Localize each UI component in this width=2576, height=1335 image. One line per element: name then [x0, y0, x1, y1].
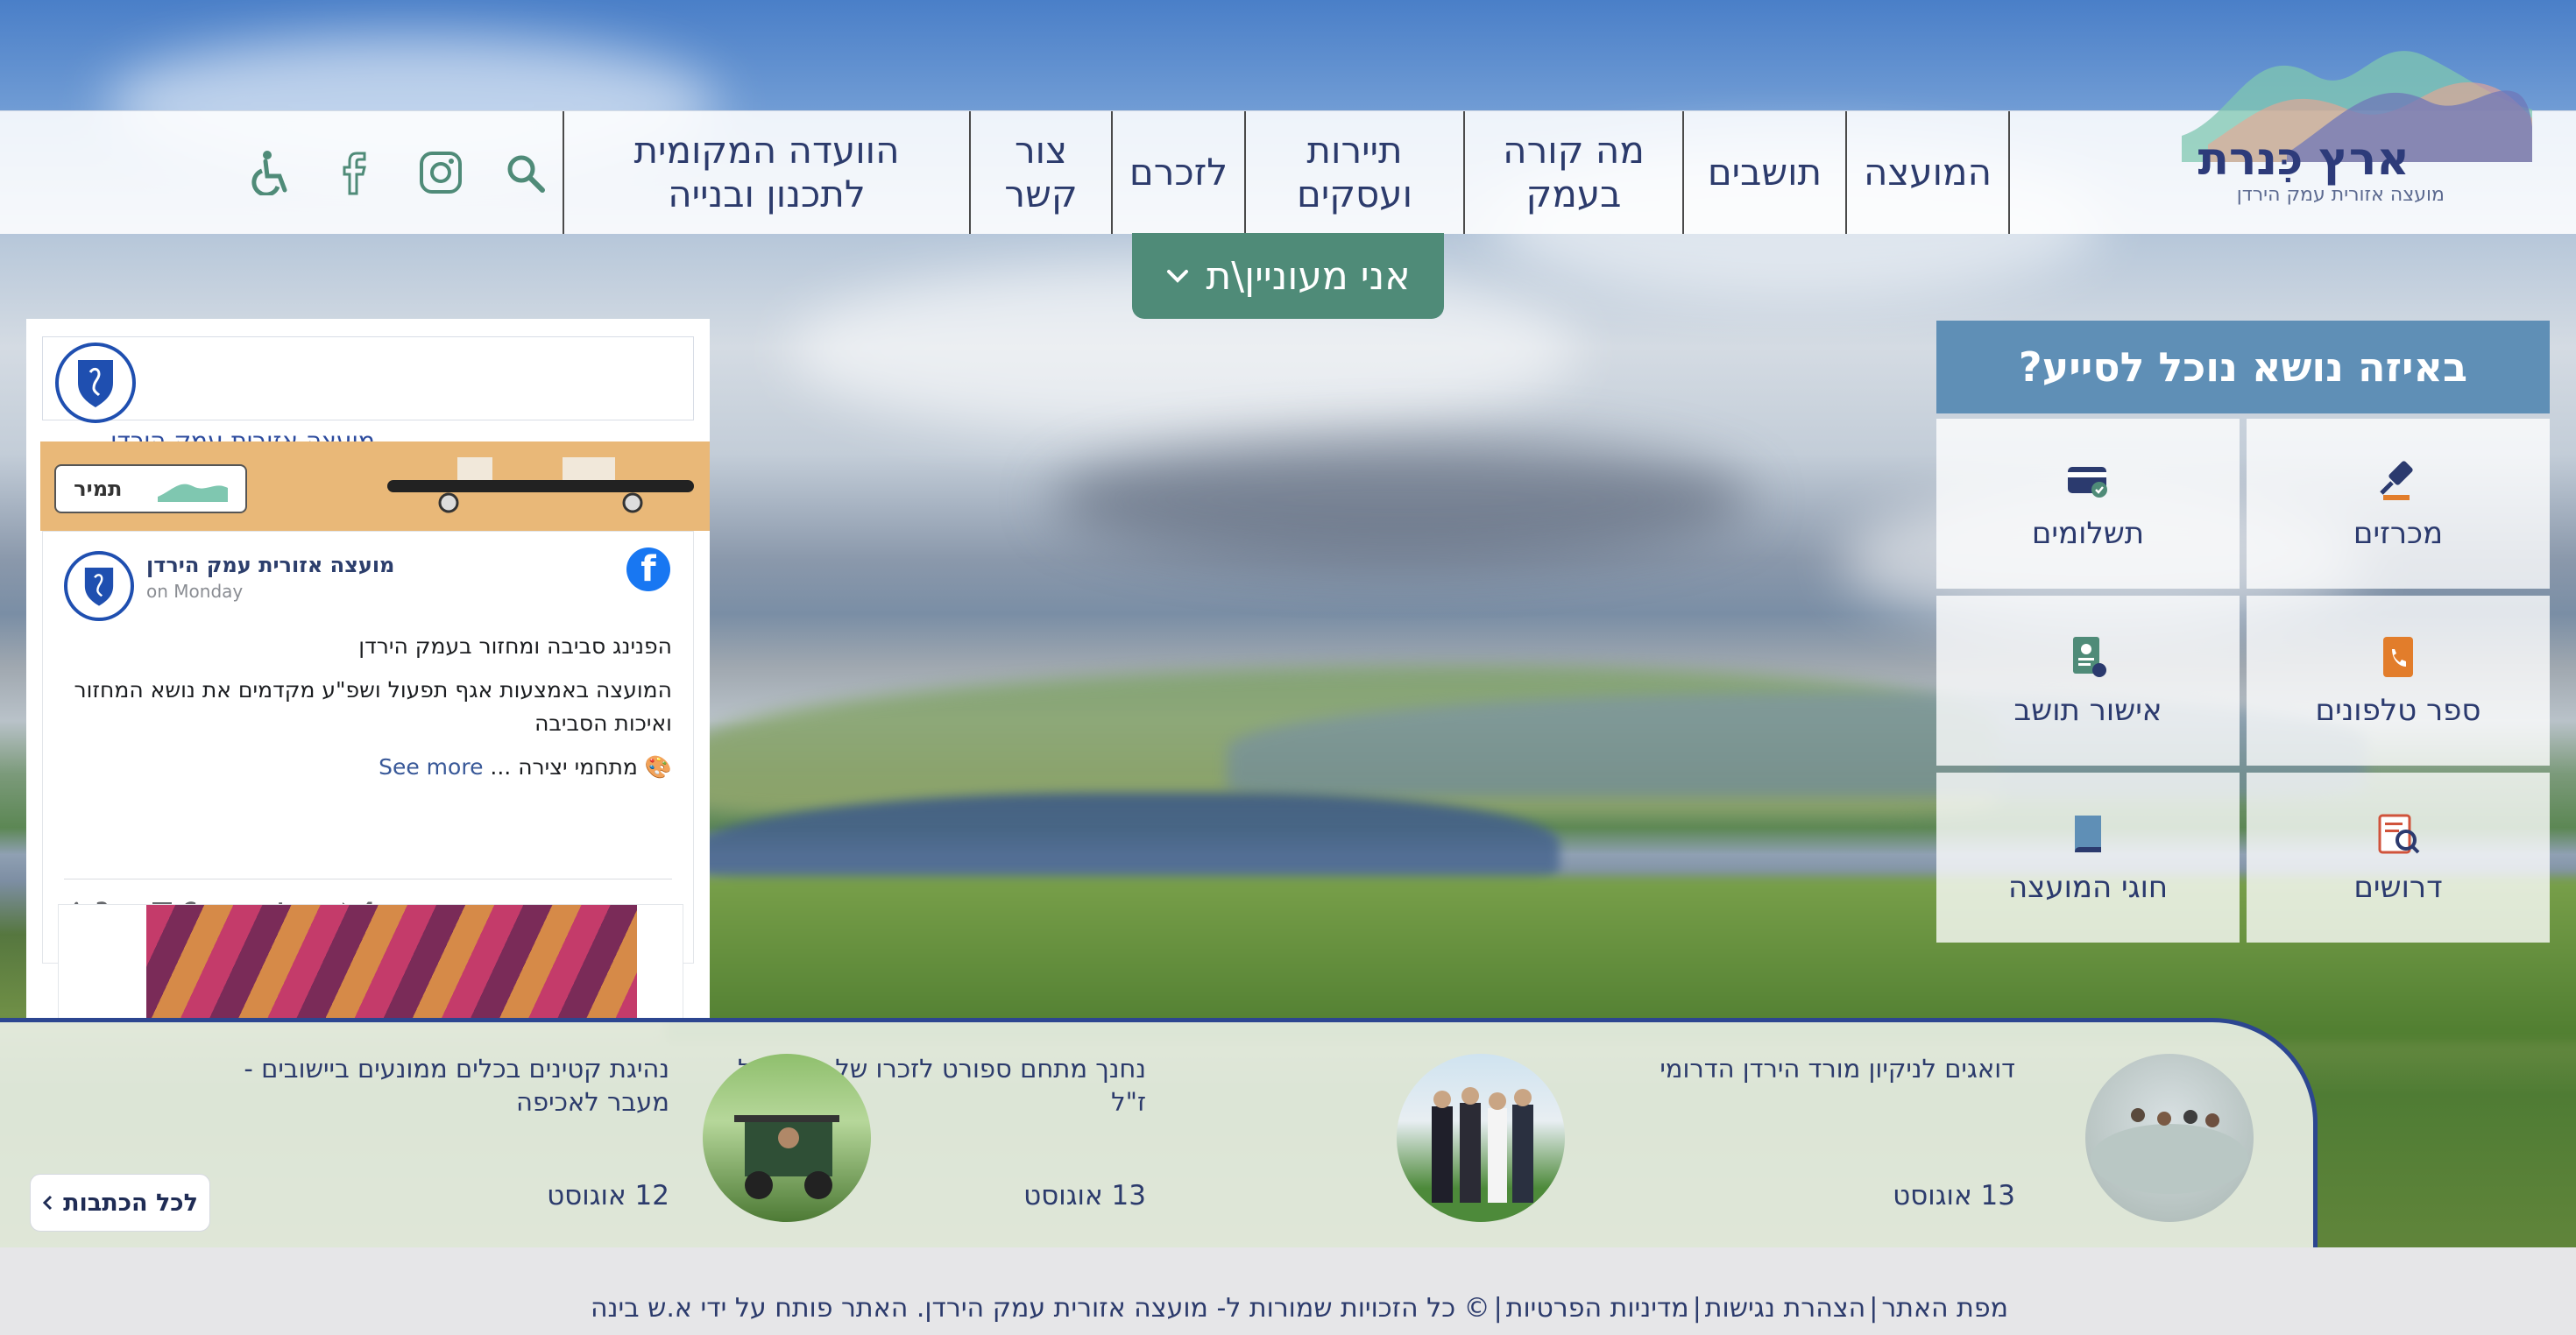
help-item-label: דרושים — [2353, 870, 2443, 905]
book-icon — [2075, 816, 2101, 852]
footer-privacy-link[interactable]: מדיניות הפרטיות — [1506, 1293, 1689, 1324]
nav-item-memorial[interactable]: לזכרם — [1113, 111, 1246, 234]
all-posts-label: לכל הכתבות — [63, 1189, 198, 1217]
site-logo[interactable]: ארץ כִּנרת מועצה אזורית עמק הירדן — [2164, 0, 2532, 228]
help-item-council-classes[interactable]: חוגי המועצה — [1936, 773, 2240, 943]
nav-item-contact[interactable]: צור קשר — [971, 111, 1113, 234]
facebook-logo-icon[interactable]: f — [626, 547, 670, 591]
post-author-name[interactable]: מועצה אזורית עמק הירדן — [146, 553, 394, 577]
nav-item-planning-committee[interactable]: הוועדה המקומית לתכנון ובנייה — [563, 111, 971, 234]
search-icon[interactable] — [502, 150, 548, 195]
news-date: 12 אוגוסט — [547, 1180, 669, 1211]
help-item-label: מכרזים — [2353, 516, 2444, 551]
instagram-icon[interactable] — [418, 150, 464, 195]
nav-item-council[interactable]: המועצה — [1847, 111, 2010, 234]
footer-rights-text: © כל הזכויות שמורות ל- מועצה אזורית עמק … — [700, 1293, 1490, 1324]
accessibility-icon[interactable] — [250, 150, 295, 195]
next-post-image[interactable] — [146, 905, 637, 1020]
help-item-label: חוגי המועצה — [2007, 870, 2169, 905]
help-item-label: ספר טלפונים — [2315, 693, 2481, 728]
facebook-next-post — [58, 904, 683, 1020]
help-item-phonebook[interactable]: ספר טלפונים — [2247, 596, 2550, 766]
footer-links: מפת האתר|הצהרת נגישות|מדיניות הפרטיות|© … — [591, 1293, 2008, 1324]
news-date: 13 אוגוסט — [1023, 1180, 1146, 1211]
banner-logo: תמיר — [54, 464, 247, 513]
nav-icon-group — [250, 111, 548, 234]
facebook-cover-banner: תמיר — [40, 441, 710, 531]
footer-accessibility-link[interactable]: הצהרת נגישות — [1705, 1293, 1865, 1324]
news-image[interactable] — [2085, 1054, 2254, 1222]
post-text-more: 🎨 מתחמי יצירה ... See more — [64, 751, 672, 784]
chevron-left-icon — [42, 1195, 53, 1211]
news-image[interactable] — [1397, 1054, 1565, 1222]
post-author-avatar[interactable] — [64, 551, 134, 621]
post-text-snippet: 🎨 מתחמי יצירה ... — [490, 754, 672, 780]
news-title[interactable]: דואגים לניקיון מורד הירדן הדרומי — [1595, 1052, 2015, 1085]
help-item-payments[interactable]: תשלומים — [1936, 419, 2240, 589]
banner-logo-text: תמיר — [74, 477, 123, 501]
mini-logo-waves-icon — [157, 484, 228, 502]
all-posts-button[interactable]: לכל הכתבות — [30, 1174, 210, 1232]
help-item-label: אישור תושב — [2013, 693, 2162, 728]
facebook-post: מועצה אזורית עמק הירדן on Monday f הפנינ… — [42, 531, 694, 964]
facebook-feed-panel: מועצה אזורית עמק הירדן תמיר מועצה אזורית… — [26, 319, 710, 1020]
jobs-icon — [2378, 814, 2420, 854]
post-text-line: הפנינג סביבה ומחזור בעמק הירדן — [358, 633, 672, 659]
help-item-jobs[interactable]: דרושים — [2247, 773, 2550, 943]
facebook-icon[interactable] — [334, 150, 379, 195]
news-image[interactable] — [703, 1054, 871, 1222]
post-time[interactable]: on Monday — [146, 581, 243, 602]
skateboard-icon — [387, 457, 694, 513]
post-text-body: המועצה באמצעות אגף תפעול ושפ"ע מקדמים את… — [74, 677, 672, 736]
nav-menu: המועצה תושבים מה קורה בעמק תיירות ועסקים… — [563, 111, 2010, 234]
phonebook-icon — [2383, 637, 2413, 677]
news-date: 13 אוגוסט — [1893, 1180, 2015, 1211]
see-more-link[interactable]: See more — [379, 754, 483, 780]
help-item-resident-approval[interactable]: אישור תושב — [1936, 596, 2240, 766]
help-grid: תשלומים מכרזים אישור תושב ספר טלפונים חו… — [1936, 419, 2550, 943]
footer: מפת האתר|הצהרת נגישות|מדיניות הפרטיות|© … — [0, 1247, 2576, 1335]
storm-cloud — [1051, 438, 1752, 561]
facebook-page-header[interactable] — [42, 336, 694, 423]
payment-card-icon — [2068, 467, 2107, 498]
interest-label: אני מעוניין\ת — [1206, 253, 1411, 299]
footer-separator: | — [1692, 1293, 1702, 1324]
footer-sitemap-link[interactable]: מפת האתר — [1881, 1293, 2008, 1324]
nav-item-tourism[interactable]: תיירות ועסקים — [1246, 111, 1465, 234]
logo-subtitle: מועצה אזורית עמק הירדן — [2236, 184, 2445, 206]
interest-dropdown-button[interactable]: אני מעוניין\ת — [1132, 233, 1444, 319]
chevron-down-icon — [1167, 270, 1189, 283]
footer-separator: | — [1869, 1293, 1879, 1324]
council-emblem-icon — [55, 343, 136, 423]
help-panel-title: באיזה נושא נוכל לסייע? — [1936, 321, 2550, 413]
footer-developer-link[interactable]: א.ש בינה — [591, 1293, 692, 1324]
logo-text: ארץ כִּנרת — [2197, 133, 2410, 186]
footer-separator: | — [1493, 1293, 1503, 1324]
resident-doc-icon — [2073, 637, 2106, 677]
nav-item-whats-happening[interactable]: מה קורה בעמק — [1465, 111, 1684, 234]
help-item-tenders[interactable]: מכרזים — [2247, 419, 2550, 589]
facebook-page-name-cut: מועצה אזורית עמק הירדן — [110, 427, 375, 441]
news-strip: דואגים לניקיון מורד הירדן הדרומי 13 אוגו… — [0, 1018, 2318, 1252]
gavel-icon — [2380, 461, 2413, 500]
nav-item-residents[interactable]: תושבים — [1684, 111, 1847, 234]
news-title[interactable]: נהיגת קטינים בכלים ממונעים ביישובים - מע… — [214, 1052, 669, 1119]
help-panel: באיזה נושא נוכל לסייע? תשלומים מכרזים אי… — [1936, 321, 2550, 958]
help-item-label: תשלומים — [2031, 516, 2145, 551]
